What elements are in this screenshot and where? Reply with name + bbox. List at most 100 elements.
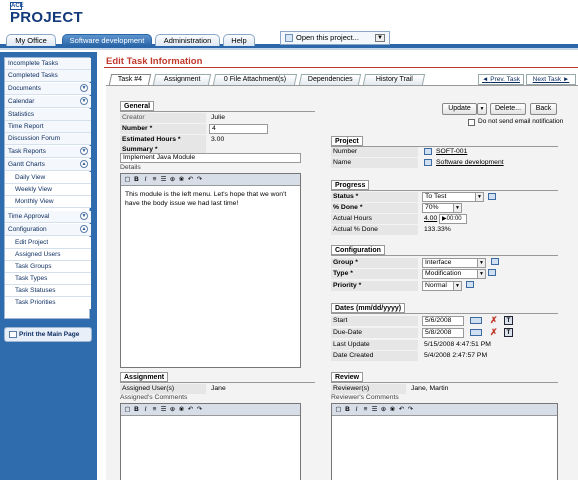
tab-dependencies[interactable]: Dependencies (298, 74, 362, 85)
bold-icon[interactable]: B (343, 404, 352, 415)
reviewer-comments-editor[interactable]: ▢ B I ≡ ☰ ⊕ ❀ ↶ ↷ (331, 403, 558, 480)
due-date-input[interactable]: 5/8/2008 (422, 328, 464, 338)
back-button[interactable]: Back (530, 103, 557, 115)
sidebar-item-task-statuses[interactable]: Task Statuses (5, 285, 91, 297)
ordered-list-icon[interactable]: ≡ (361, 404, 370, 415)
bold-icon[interactable]: B (132, 174, 141, 185)
percent-done-select[interactable]: 70% ▼ (422, 203, 462, 213)
link-icon[interactable]: ⊕ (379, 404, 388, 415)
image-icon[interactable]: ❀ (388, 404, 397, 415)
new-doc-icon[interactable]: ▢ (123, 174, 132, 185)
sidebar-item-assigned-users[interactable]: Assigned Users (5, 249, 91, 261)
no-email-checkbox[interactable] (468, 119, 475, 126)
ordered-list-icon[interactable]: ≡ (150, 174, 159, 185)
new-doc-icon[interactable]: ▢ (123, 404, 132, 415)
sidebar-item-task-priorities[interactable]: Task Priorities (5, 297, 91, 309)
undo-icon[interactable]: ↶ (186, 174, 195, 185)
priority-select[interactable]: Normal ▼ (422, 281, 462, 291)
chevron-down-icon[interactable]: ▼ (80, 97, 88, 105)
sidebar-item-time-report[interactable]: Time Report (5, 121, 91, 133)
redo-icon[interactable]: ↷ (406, 404, 415, 415)
sidebar-item-configuration[interactable]: Configuration ▲ (5, 224, 91, 236)
type-select[interactable]: Modification ▼ (422, 269, 486, 279)
update-button[interactable]: Update (442, 103, 477, 115)
chevron-up-icon[interactable]: ▲ (80, 160, 88, 168)
tab-my-office[interactable]: My Office (6, 34, 56, 46)
next-task-button[interactable]: Next Task ► (526, 74, 576, 85)
redo-icon[interactable]: ↷ (195, 174, 204, 185)
group-info-icon[interactable] (491, 258, 499, 265)
clear-start-date-icon[interactable]: ✗ (490, 316, 498, 325)
bold-icon[interactable]: B (132, 404, 141, 415)
group-select[interactable]: Interface ▼ (422, 258, 486, 268)
chevron-down-icon[interactable]: ▼ (80, 212, 88, 220)
hours-timer[interactable]: ▶00:00 (439, 214, 467, 224)
details-editor[interactable]: ▢ B I ≡ ☰ ⊕ ❀ ↶ ↷ This module is the left menu. … (120, 173, 301, 368)
estimated-hours-value[interactable]: 3.00 (211, 135, 224, 145)
bullet-list-icon[interactable]: ☰ (159, 174, 168, 185)
sidebar-item-task-reports[interactable]: Task Reports ▼ (5, 146, 91, 158)
sidebar-item-weekly-view[interactable]: Weekly View (5, 184, 91, 196)
undo-icon[interactable]: ↶ (186, 404, 195, 415)
bullet-list-icon[interactable]: ☰ (159, 404, 168, 415)
undo-icon[interactable]: ↶ (397, 404, 406, 415)
chevron-down-icon[interactable]: ▼ (80, 147, 88, 155)
sidebar-item-time-approval[interactable]: Time Approval ▼ (5, 211, 91, 223)
sidebar-item-gantt-charts[interactable]: Gantt Charts ▲ (5, 159, 91, 171)
tab-history-trail[interactable]: History Trail (362, 74, 426, 85)
link-icon[interactable]: ⊕ (168, 174, 177, 185)
prev-task-button[interactable]: ◄ Prev. Task (478, 74, 524, 85)
sidebar-item-incomplete-tasks[interactable]: Incomplete Tasks (5, 58, 91, 70)
tab-assignment[interactable]: Assignment (152, 74, 212, 85)
image-icon[interactable]: ❀ (177, 404, 186, 415)
sidebar-item-documents[interactable]: Documents ▼ (5, 83, 91, 95)
start-date-input[interactable]: 5/6/2008 (422, 316, 464, 326)
new-doc-icon[interactable]: ▢ (334, 404, 343, 415)
link-icon[interactable]: ⊕ (168, 404, 177, 415)
image-icon[interactable]: ❀ (177, 174, 186, 185)
today-due-date-icon[interactable]: T (504, 328, 513, 337)
italic-icon[interactable]: I (141, 404, 150, 415)
number-input[interactable]: 4 (209, 124, 268, 134)
ordered-list-icon[interactable]: ≡ (150, 404, 159, 415)
calendar-icon[interactable] (470, 329, 482, 336)
summary-input[interactable]: Implement Java Module (120, 153, 301, 163)
tab-software-development[interactable]: Software development (62, 34, 152, 46)
sidebar-item-completed-tasks[interactable]: Completed Tasks (5, 70, 91, 82)
redo-icon[interactable]: ↷ (195, 404, 204, 415)
sidebar-item-daily-view[interactable]: Daily View (5, 172, 91, 184)
sidebar-item-monthly-view[interactable]: Monthly View (5, 196, 91, 208)
tab-file-attachments[interactable]: 0 File Attachment(s) (212, 74, 298, 85)
update-options-dropdown[interactable]: ▼ (477, 103, 487, 115)
italic-icon[interactable]: I (141, 174, 150, 185)
calendar-icon[interactable] (470, 317, 482, 324)
open-project-select[interactable]: Open this project... ▼ (280, 31, 390, 45)
project-name-link[interactable]: Software development (436, 158, 504, 168)
status-select[interactable]: To Test ▼ (422, 192, 484, 202)
details-text[interactable]: This module is the left menu. Let's hope… (121, 186, 300, 213)
clear-due-date-icon[interactable]: ✗ (490, 328, 498, 337)
tab-administration[interactable]: Administration (155, 34, 220, 46)
project-number-link[interactable]: SOFT-001 (436, 147, 467, 157)
delete-button[interactable]: Delete... (490, 103, 526, 115)
sidebar-item-calendar[interactable]: Calendar ▼ (5, 96, 91, 108)
status-info-icon[interactable] (488, 193, 496, 200)
actual-hours-link[interactable]: 4.00 (424, 214, 437, 224)
priority-info-icon[interactable] (466, 281, 474, 288)
sidebar-item-statistics[interactable]: Statistics (5, 109, 91, 121)
sidebar-item-task-groups[interactable]: Task Groups (5, 261, 91, 273)
today-start-date-icon[interactable]: T (504, 316, 513, 325)
type-info-icon[interactable] (488, 269, 496, 276)
print-main-page-button[interactable]: Print the Main Page (4, 327, 92, 342)
sidebar-item-task-types[interactable]: Task Types (5, 273, 91, 285)
chevron-down-icon: ▼ (477, 259, 485, 267)
chevron-up-icon[interactable]: ▲ (80, 225, 88, 233)
tab-help[interactable]: Help (223, 34, 255, 46)
tab-task[interactable]: Task #4 (108, 74, 152, 85)
bullet-list-icon[interactable]: ☰ (370, 404, 379, 415)
italic-icon[interactable]: I (352, 404, 361, 415)
chevron-down-icon[interactable]: ▼ (80, 84, 88, 92)
sidebar-item-discussion-forum[interactable]: Discussion Forum (5, 133, 91, 145)
sidebar-item-edit-project[interactable]: Edit Project (5, 237, 91, 249)
assigned-comments-editor[interactable]: ▢ B I ≡ ☰ ⊕ ❀ ↶ ↷ (120, 403, 301, 480)
